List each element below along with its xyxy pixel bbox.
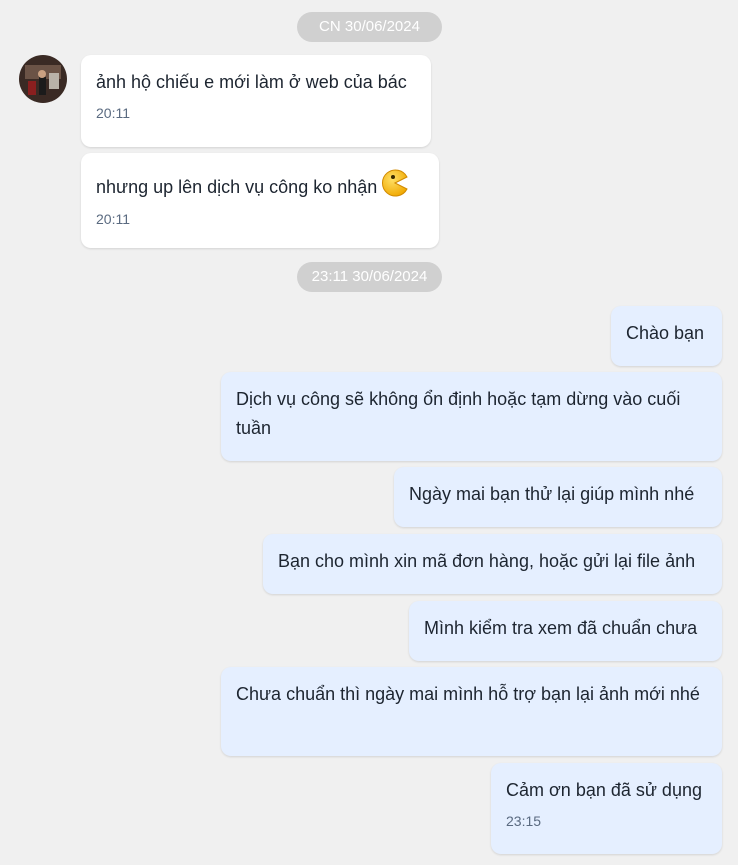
message-bubble-outgoing[interactable]: Dịch vụ công sẽ không ổn định hoặc tạm d… [221,372,722,461]
message-time: 20:11 [96,211,130,227]
message-text: Ngày mai bạn thử lại giúp mình nhé [409,484,695,504]
message-text: Cảm ơn bạn đã sử dụng [506,780,702,800]
message-text: nhưng up lên dịch vụ công ko nhận [96,177,378,197]
message-bubble-outgoing[interactable]: Mình kiểm tra xem đã chuẩn chưa [409,601,722,661]
message-bubble-incoming[interactable]: nhưng up lên dịch vụ công ko nhận 20:11 [81,153,439,248]
message-text: ảnh hộ chiếu e mới làm ở web của bác [96,72,407,92]
message-time: 23:15 [506,813,542,829]
pacman-face-emoji-icon [381,169,409,206]
message-bubble-outgoing[interactable]: Chào bạn [611,306,722,366]
message-text: Chưa chuẩn thì ngày mai mình hỗ trợ bạn … [236,684,700,704]
date-divider: CN 30/06/2024 [297,12,442,42]
message-text: Mình kiểm tra xem đã chuẩn chưa [424,618,698,638]
message-text: Chào bạn [626,323,705,343]
user-avatar-photo-icon [19,55,67,103]
message-bubble-outgoing[interactable]: Chưa chuẩn thì ngày mai mình hỗ trợ bạn … [221,667,722,756]
date-divider: 23:11 30/06/2024 [297,262,442,292]
message-text: Bạn cho mình xin mã đơn hàng, hoặc gửi l… [278,551,696,571]
message-bubble-outgoing[interactable]: Bạn cho mình xin mã đơn hàng, hoặc gửi l… [263,534,722,594]
message-bubble-outgoing[interactable]: Cảm ơn bạn đã sử dụng 23:15 [491,763,722,854]
message-bubble-incoming[interactable]: ảnh hộ chiếu e mới làm ở web của bác 20:… [81,55,431,147]
message-text: Dịch vụ công sẽ không ổn định hoặc tạm d… [236,389,681,438]
message-bubble-outgoing[interactable]: Ngày mai bạn thử lại giúp mình nhé [394,467,722,527]
contact-avatar[interactable] [19,55,67,103]
message-time: 20:11 [96,105,130,121]
